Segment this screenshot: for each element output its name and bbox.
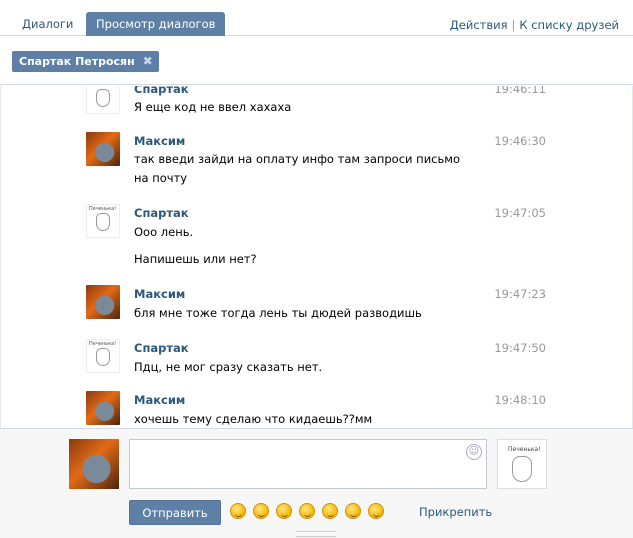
- sunglasses-emoji-icon[interactable]: [253, 503, 269, 519]
- laugh-emoji-icon[interactable]: [299, 503, 315, 519]
- avatar-caption: Печенька!: [89, 86, 116, 88]
- message-time: 19:47:23: [494, 287, 546, 301]
- avatar[interactable]: [86, 285, 120, 319]
- message-time: 19:46:30: [494, 134, 546, 148]
- wink-emoji-icon[interactable]: [230, 503, 246, 519]
- peer-avatar[interactable]: Печенька!: [497, 439, 547, 489]
- avatar[interactable]: Печенька!: [86, 204, 120, 238]
- tab-dialogs[interactable]: Диалоги: [12, 12, 83, 36]
- composer: ☺ Печенька! Отправить Прикрепить: [0, 428, 633, 538]
- actions-link[interactable]: Действия: [450, 18, 508, 32]
- close-icon[interactable]: ✖: [143, 51, 153, 72]
- message-text: Ооо лень.: [134, 225, 194, 239]
- message-author[interactable]: Спартак: [134, 206, 189, 220]
- message-text: бля мне тоже тогда лень ты дюдей разводи…: [134, 306, 422, 320]
- message-time: 19:47:05: [494, 206, 546, 220]
- message-text: так введи зайди на оплату инфо там запро…: [134, 152, 460, 185]
- message-author[interactable]: Максим: [134, 287, 185, 301]
- message-input[interactable]: [129, 439, 487, 489]
- message-author[interactable]: Максим: [134, 393, 185, 407]
- message-time: 19:48:10: [494, 393, 546, 407]
- avatar[interactable]: Печенька!: [86, 339, 120, 373]
- avatar-caption: Печенька!: [89, 341, 117, 347]
- peer-chip-label: Спартак Петросян: [19, 55, 135, 68]
- kiss-emoji-icon[interactable]: [368, 503, 384, 519]
- tab-view-dialogs[interactable]: Просмотр диалогов: [86, 12, 226, 36]
- smile-icon[interactable]: ☺: [466, 444, 482, 460]
- message-author[interactable]: Спартак: [134, 86, 189, 96]
- message-text: Я еще код не ввел хахаха: [134, 100, 292, 114]
- message-author[interactable]: Спартак: [134, 341, 189, 355]
- message-text: Напишешь или нет?: [134, 252, 257, 266]
- peer-avatar-caption: Печенька!: [508, 446, 541, 453]
- peer-chip[interactable]: Спартак Петросян ✖: [12, 51, 159, 72]
- peer-bar: Спартак Петросян ✖: [0, 37, 633, 85]
- avatar[interactable]: [86, 132, 120, 166]
- message-text: хочешь тему сделаю что кидаешь??мм: [134, 412, 373, 426]
- message-author[interactable]: Максим: [134, 134, 185, 148]
- peer-avatar-drawing: [512, 456, 532, 482]
- surprised-emoji-icon[interactable]: [345, 503, 361, 519]
- message-time: 19:47:50: [494, 341, 546, 355]
- friends-list-link[interactable]: К списку друзей: [519, 18, 619, 32]
- smile-emoji-icon[interactable]: [322, 503, 338, 519]
- resize-handle[interactable]: [296, 531, 336, 537]
- emoji-bar: [230, 503, 388, 519]
- send-button[interactable]: Отправить: [129, 500, 221, 525]
- avatar[interactable]: [86, 391, 120, 425]
- top-links-separator: |: [511, 18, 516, 32]
- top-links: Действия | К списку друзей: [450, 18, 619, 32]
- message-text: Пдц, не мог сразу сказать нет.: [134, 360, 323, 374]
- tab-bar: Диалоги Просмотр диалогов Действия | К спи…: [0, 0, 633, 36]
- avatar[interactable]: Печенька!: [86, 86, 120, 114]
- message-time: 19:46:11: [494, 86, 546, 96]
- grin-emoji-icon[interactable]: [276, 503, 292, 519]
- attach-link[interactable]: Прикрепить: [419, 505, 492, 519]
- my-avatar[interactable]: [69, 439, 119, 489]
- message-history[interactable]: Печенька! Спартак 19:46:11 Я еще код не …: [0, 86, 633, 428]
- avatar-caption: Печенька!: [89, 206, 117, 212]
